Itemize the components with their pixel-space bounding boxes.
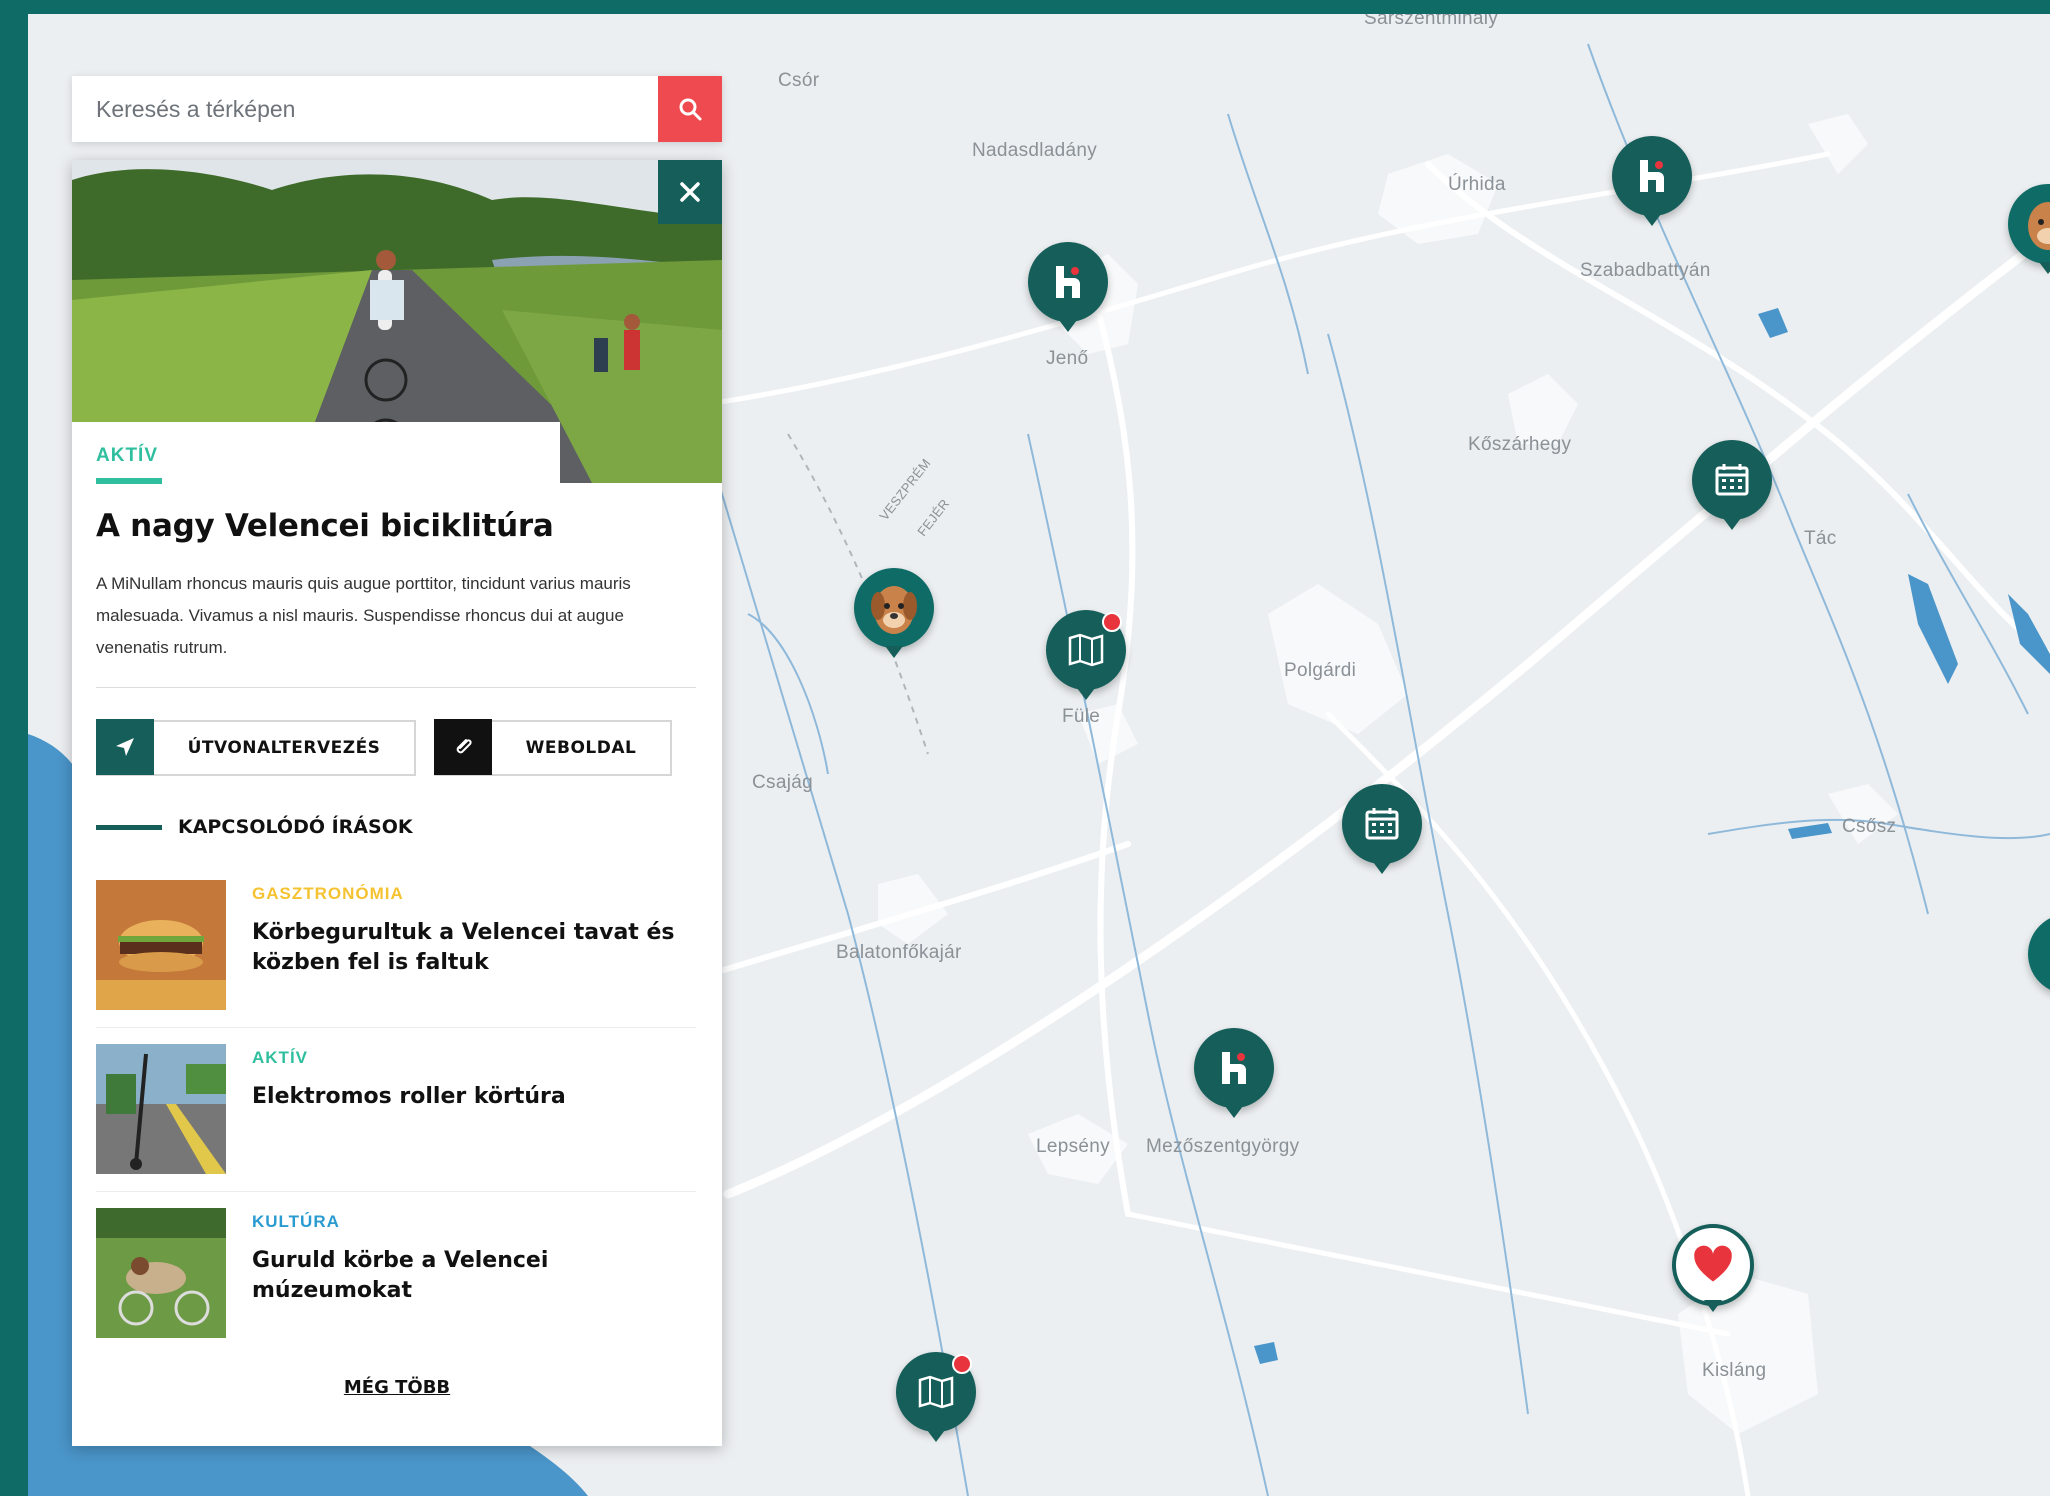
place-label: Polgárdi bbox=[1284, 660, 1357, 681]
map-book-icon bbox=[918, 1375, 954, 1409]
article-category: GASZTRONÓMIA bbox=[252, 884, 404, 903]
close-button[interactable] bbox=[658, 160, 722, 224]
mascot-icon bbox=[871, 586, 917, 634]
guide-marker[interactable] bbox=[896, 1352, 976, 1442]
hotel-marker[interactable] bbox=[1194, 1028, 1274, 1118]
section-bar bbox=[96, 824, 162, 830]
article-category: KULTÚRA bbox=[252, 1212, 340, 1231]
map-search-bar bbox=[72, 76, 722, 142]
calendar-icon bbox=[1365, 808, 1399, 840]
article-category: AKTÍV bbox=[252, 1048, 308, 1067]
place-label: Nadasdladány bbox=[972, 140, 1098, 161]
heart-icon bbox=[1694, 1245, 1732, 1282]
website-button[interactable]: WEBOLDAL bbox=[434, 719, 672, 776]
search-button[interactable] bbox=[658, 76, 722, 142]
related-article[interactable]: KULTÚRA Guruld körbe a Velencei múzeumok… bbox=[96, 1208, 696, 1338]
related-article[interactable]: GASZTRONÓMIA Körbegurultuk a Velencei ta… bbox=[96, 880, 696, 1010]
page-title: A nagy Velencei biciklitúra bbox=[96, 508, 554, 544]
place-label: Szabadbattyán bbox=[1580, 260, 1711, 281]
place-label: Balatonfőkajár bbox=[836, 942, 962, 963]
search-input[interactable] bbox=[72, 76, 658, 142]
place-label: Sárszentmihály bbox=[1364, 14, 1499, 29]
map-book-icon bbox=[1068, 633, 1104, 667]
notification-dot bbox=[952, 1354, 972, 1374]
website-label: WEBOLDAL bbox=[525, 738, 637, 758]
place-label: Lepsény bbox=[1036, 1136, 1110, 1157]
event-marker[interactable] bbox=[1692, 440, 1772, 530]
related-article[interactable]: AKTÍV Elektromos roller körtúra bbox=[96, 1044, 696, 1174]
link-icon bbox=[434, 719, 492, 775]
calendar-icon bbox=[1715, 464, 1749, 496]
mascot-icon bbox=[2028, 202, 2050, 250]
place-label: Csajág bbox=[752, 772, 813, 793]
article-title[interactable]: Elektromos roller körtúra bbox=[252, 1082, 692, 1112]
detail-panel: AKTÍV A nagy Velencei biciklitúra A MiNu… bbox=[72, 160, 722, 1446]
route-planner-button[interactable]: ÚTVONALTERVEZÉS bbox=[96, 719, 416, 776]
divider bbox=[96, 1191, 696, 1192]
category-label: AKTÍV bbox=[96, 445, 158, 466]
place-label: Füle bbox=[1062, 706, 1101, 727]
notification-dot bbox=[1102, 612, 1122, 632]
guide-marker[interactable] bbox=[1046, 610, 1126, 700]
hotel-marker[interactable] bbox=[1028, 242, 1108, 332]
place-label: Csór bbox=[778, 70, 820, 91]
description-text: A MiNullam rhoncus mauris quis augue por… bbox=[96, 574, 631, 657]
divider bbox=[96, 687, 696, 688]
article-thumbnail bbox=[96, 1044, 226, 1174]
related-section-title: KAPCSOLÓDÓ ÍRÁSOK bbox=[178, 816, 413, 838]
article-thumbnail bbox=[96, 1208, 226, 1338]
hotel-marker[interactable] bbox=[1612, 136, 1692, 226]
place-label: Kőszárhegy bbox=[1468, 434, 1572, 455]
article-thumbnail bbox=[96, 880, 226, 1010]
related-section-header: KAPCSOLÓDÓ ÍRÁSOK bbox=[96, 816, 413, 838]
article-title[interactable]: Körbegurultuk a Velencei tavat és közben… bbox=[252, 918, 692, 978]
place-label: Tác bbox=[1804, 528, 1837, 549]
article-title[interactable]: Guruld körbe a Velencei múzeumokat bbox=[252, 1246, 692, 1306]
route-planner-label: ÚTVONALTERVEZÉS bbox=[187, 738, 381, 758]
navigation-arrow-icon bbox=[96, 719, 154, 775]
hotel-icon bbox=[1056, 266, 1080, 298]
place-label: Csősz bbox=[1842, 816, 1897, 837]
mascot-marker[interactable] bbox=[854, 568, 934, 658]
favorite-marker[interactable] bbox=[1672, 1224, 1754, 1312]
more-link[interactable]: MÉG TÖBB bbox=[72, 1377, 722, 1398]
search-icon bbox=[679, 98, 702, 121]
close-icon bbox=[680, 182, 700, 202]
divider bbox=[96, 1027, 696, 1028]
place-label: Kisláng bbox=[1702, 1360, 1767, 1381]
event-marker[interactable] bbox=[1342, 784, 1422, 874]
place-label: Mezőszentgyörgy bbox=[1146, 1136, 1300, 1157]
place-label: Jenő bbox=[1046, 348, 1089, 369]
place-label: Úrhida bbox=[1448, 174, 1506, 195]
category-underline bbox=[96, 478, 162, 484]
hotel-icon bbox=[1640, 160, 1664, 192]
hotel-icon bbox=[1222, 1052, 1246, 1084]
